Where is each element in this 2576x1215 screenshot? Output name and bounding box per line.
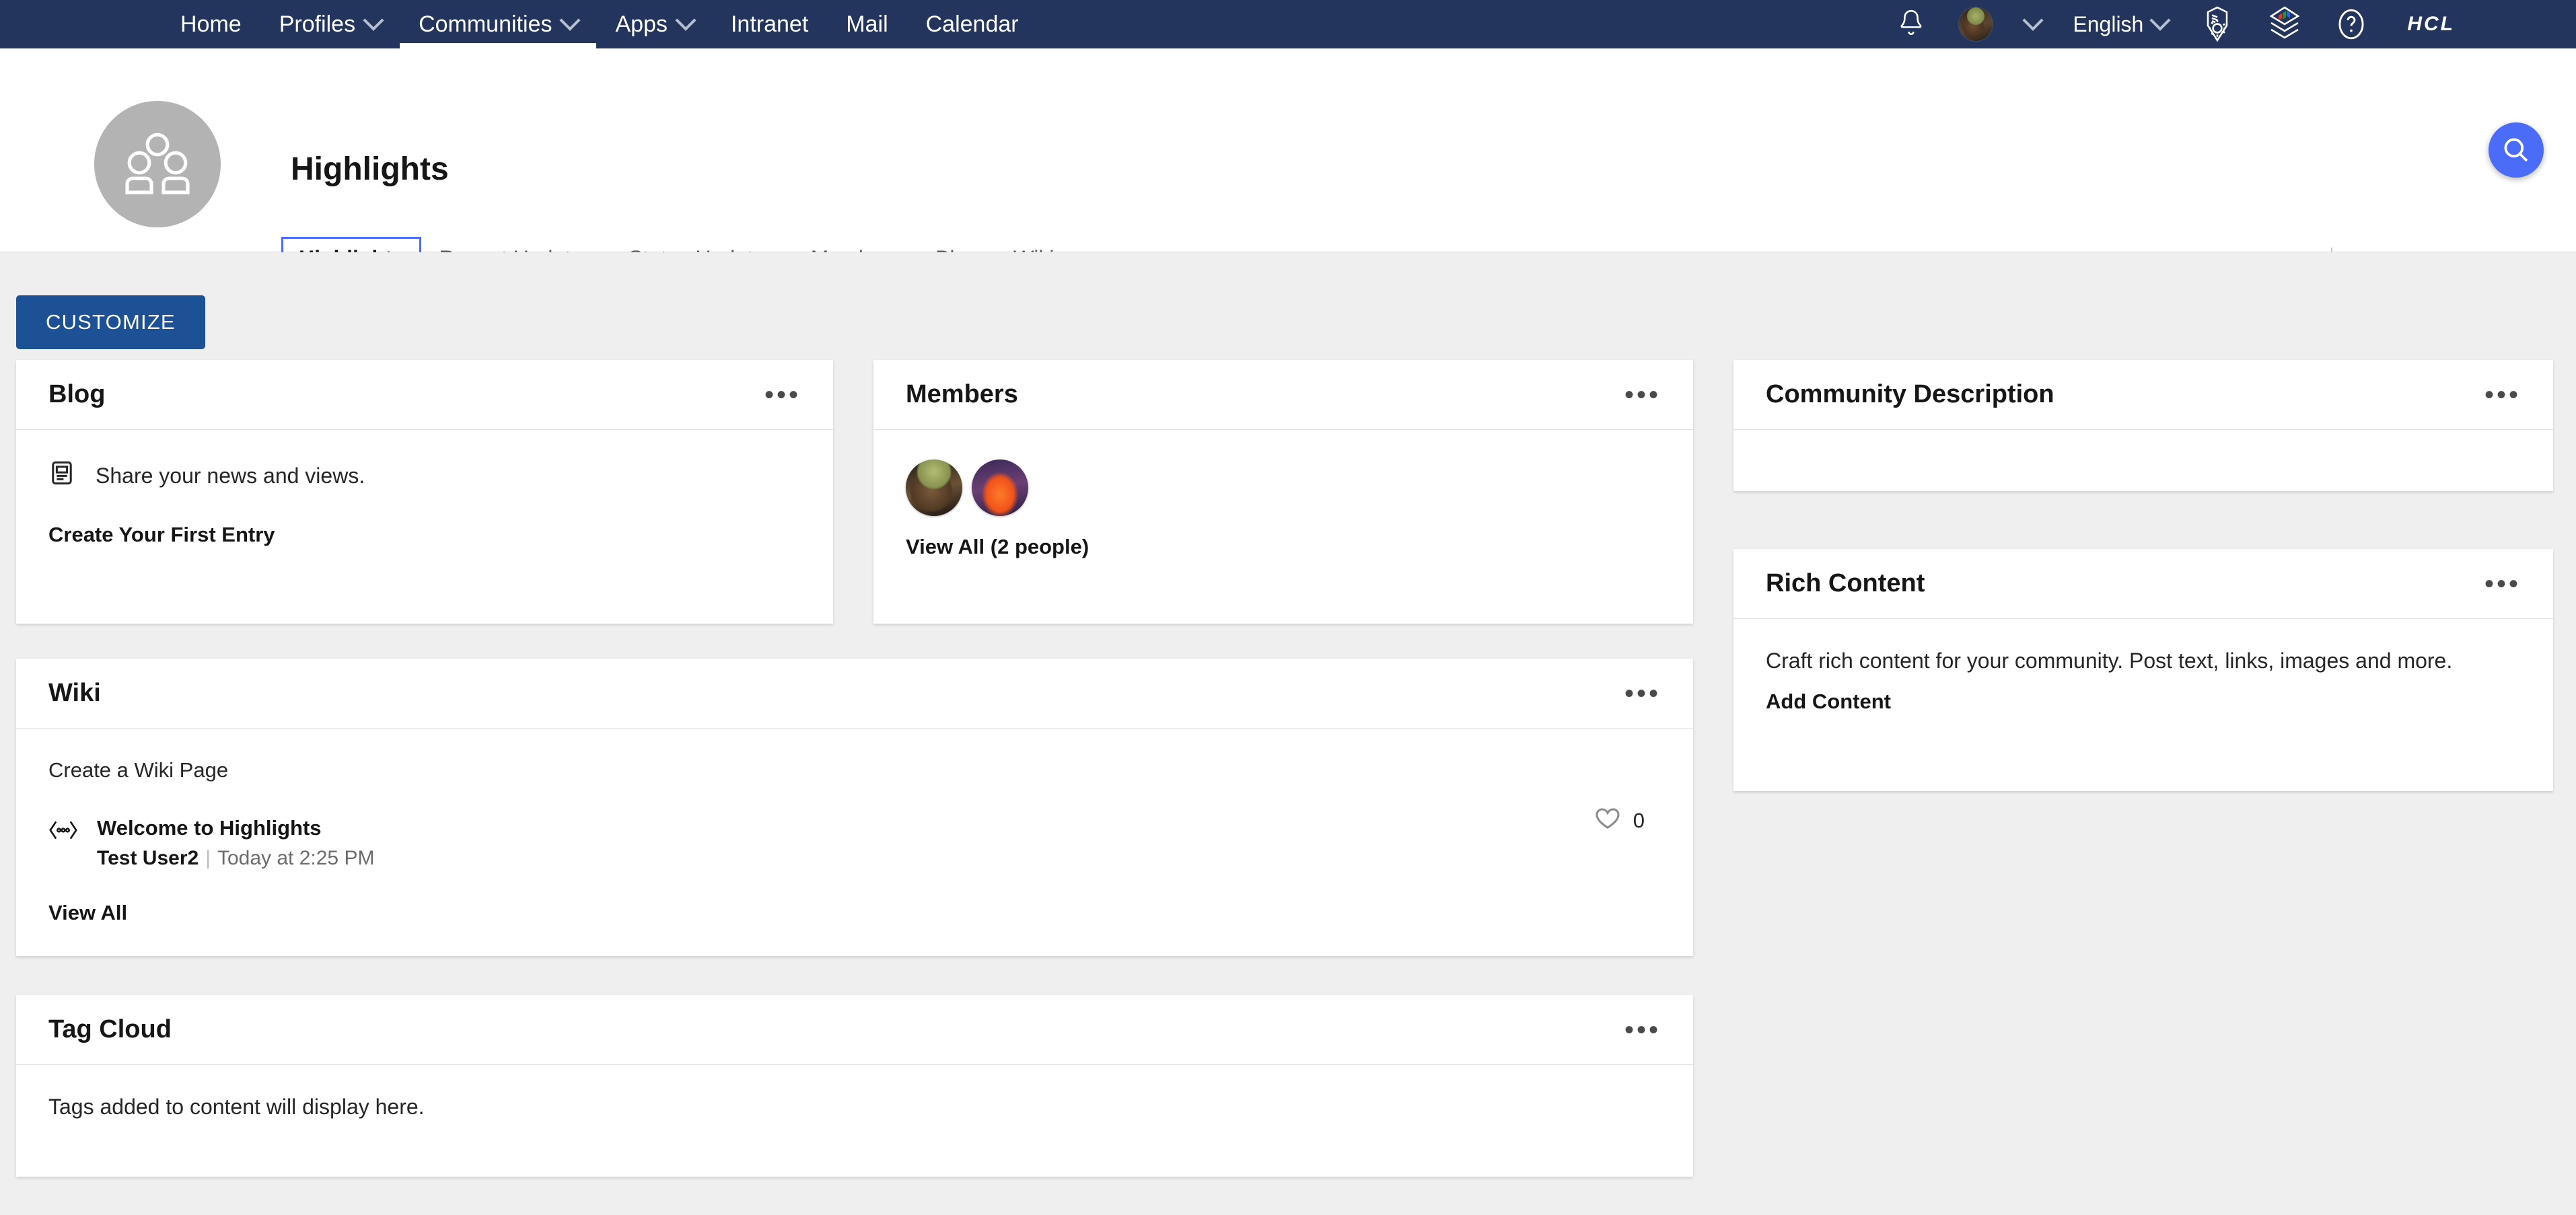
nav-item-label: Apps (615, 11, 668, 37)
wiki-entry-like[interactable]: 0 (1594, 807, 1645, 834)
widget-body: Share your news and views. Create Your F… (16, 430, 833, 579)
nav-item-label: Communities (419, 11, 552, 37)
widget-community-description: Community Description ••• (1733, 360, 2553, 491)
community-highlights-body: CUSTOMIZE Blog ••• Share your news and v… (0, 252, 2576, 1215)
widget-title: Members (906, 380, 1018, 408)
widget-title: Tag Cloud (48, 1015, 172, 1043)
wiki-entry-meta: Test User2 | Today at 2:25 PM (97, 847, 374, 870)
wiki-view-all-link[interactable]: View All (48, 901, 127, 925)
member-avatar-2[interactable] (972, 459, 1028, 516)
language-selector[interactable]: English (2056, 0, 2184, 48)
widget-tag-cloud: Tag Cloud ••• Tags added to content will… (16, 995, 1693, 1177)
overflow-menu-icon[interactable]: ••• (1624, 381, 1661, 408)
member-avatars (906, 459, 1661, 516)
widget-title: Community Description (1766, 380, 2054, 408)
nav-item-intranet[interactable]: Intranet (712, 0, 827, 48)
widget-body: Tags added to content will display here. (16, 1065, 1693, 1152)
overflow-menu-icon[interactable]: ••• (764, 381, 801, 408)
customize-button[interactable]: CUSTOMIZE (16, 295, 205, 349)
heart-icon[interactable] (1594, 807, 1621, 834)
nav-item-communities[interactable]: Communities (400, 0, 597, 48)
tag-cloud-empty-text: Tags added to content will display here. (48, 1095, 425, 1119)
wiki-entry-author[interactable]: Test User2 (97, 847, 199, 869)
language-label: English (2073, 11, 2144, 36)
blog-document-icon (48, 459, 75, 492)
nav-item-calendar[interactable]: Calendar (907, 0, 1038, 48)
widget-header: Blog ••• (16, 360, 833, 430)
wiki-entry-title[interactable]: Welcome to Highlights (97, 816, 374, 840)
blog-empty-state: Share your news and views. (48, 459, 801, 492)
like-count: 0 (1633, 808, 1645, 832)
nav-item-home[interactable]: Home (162, 0, 260, 48)
chevron-down-icon (675, 9, 696, 31)
widget-header: Community Description ••• (1733, 360, 2553, 430)
user-avatar[interactable] (1942, 0, 2009, 48)
widget-header: Tag Cloud ••• (16, 995, 1693, 1065)
nav-item-profiles[interactable]: Profiles (260, 0, 400, 48)
members-view-all-link[interactable]: View All (2 people) (906, 535, 1089, 559)
page-title: Highlights (291, 151, 449, 187)
widget-body: View All (2 people) (873, 430, 1693, 591)
nav-item-label: Profiles (279, 11, 356, 37)
rich-content-description: Craft rich content for your community. P… (1766, 649, 2453, 673)
nav-item-label: Mail (846, 11, 888, 37)
create-wiki-page-link[interactable]: Create a Wiki Page (48, 758, 228, 782)
chevron-down-icon (363, 9, 384, 31)
widget-members: Members ••• View All (2 people) (873, 360, 1693, 624)
wiki-page-icon (48, 819, 78, 845)
member-avatar-1[interactable] (906, 459, 962, 516)
global-nav-items: Home Profiles Communities Apps Intranet … (162, 0, 1038, 48)
nav-item-label: Home (180, 11, 242, 37)
overflow-menu-icon[interactable]: ••• (1624, 1017, 1661, 1043)
widget-header: Wiki ••• (16, 659, 1693, 729)
global-nav-utilities: English HCL (1880, 0, 2576, 48)
widget-body (1733, 430, 2553, 477)
overflow-menu-icon[interactable]: ••• (1624, 680, 1661, 707)
nav-item-apps[interactable]: Apps (596, 0, 712, 48)
widget-blog: Blog ••• Share your news and views. Crea… (16, 360, 833, 624)
wiki-entry: Welcome to Highlights Test User2 | Today a… (48, 816, 1661, 870)
brand-logo[interactable]: HCL (2384, 13, 2455, 36)
wiki-entry-text: Welcome to Highlights Test User2 | Today a… (97, 816, 374, 870)
widget-title: Blog (48, 380, 106, 408)
widget-header: Members ••• (873, 360, 1693, 430)
community-header: Highlights Highlights Recent Updates Sta… (0, 48, 2576, 292)
community-group-icon (94, 101, 221, 227)
blog-description: Share your news and views. (96, 463, 365, 488)
help-icon[interactable] (2318, 0, 2384, 48)
widget-title: Wiki (48, 679, 101, 707)
wiki-entry-timestamp: Today at 2:25 PM (217, 847, 375, 869)
user-menu-chevron-down-icon[interactable] (2009, 0, 2056, 48)
widget-body: Craft rich content for your community. P… (1733, 619, 2553, 746)
nav-item-label: Intranet (730, 11, 809, 37)
chevron-down-icon (559, 9, 581, 31)
add-content-link[interactable]: Add Content (1766, 690, 1891, 714)
widget-body: Create a Wiki Page Welcome to Highlights… (16, 729, 1693, 957)
search-icon[interactable] (2489, 122, 2544, 178)
widget-rich-content: Rich Content ••• Craft rich content for … (1733, 549, 2553, 791)
widget-header: Rich Content ••• (1733, 549, 2553, 619)
layers-icon[interactable] (2251, 0, 2318, 48)
nav-item-label: Calendar (925, 11, 1019, 37)
gear-icon[interactable] (2184, 0, 2251, 48)
widget-title: Rich Content (1766, 569, 1925, 597)
nav-item-mail[interactable]: Mail (827, 0, 906, 48)
widget-wiki: Wiki ••• Create a Wiki Page Welcome to H… (16, 659, 1693, 956)
overflow-menu-icon[interactable]: ••• (2484, 381, 2521, 408)
chevron-down-icon (2149, 9, 2171, 31)
meta-separator: | (205, 847, 211, 869)
overflow-menu-icon[interactable]: ••• (2484, 570, 2521, 597)
create-first-entry-link[interactable]: Create Your First Entry (48, 523, 275, 547)
bell-icon[interactable] (1880, 0, 1942, 48)
global-top-navigation: Home Profiles Communities Apps Intranet … (0, 0, 2576, 48)
